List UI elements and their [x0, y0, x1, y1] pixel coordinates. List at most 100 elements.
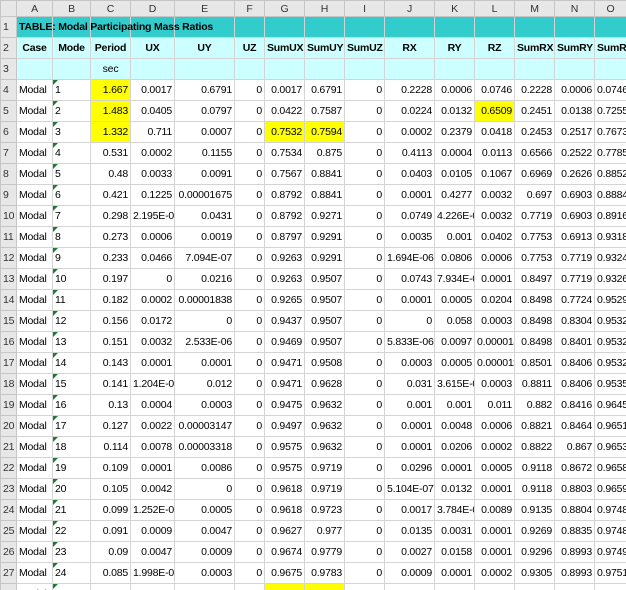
data-cell-sumry[interactable]: 0.8803 [554, 478, 595, 500]
data-cell-uz[interactable]: 0 [234, 79, 265, 101]
unit-cell[interactable] [174, 58, 235, 80]
data-cell-case[interactable]: Modal [16, 415, 53, 437]
data-cell-ux[interactable]: 0.0022 [130, 415, 175, 437]
data-cell-case[interactable]: Modal [16, 352, 53, 374]
row-header-23[interactable]: 23 [0, 478, 17, 500]
data-cell-sumux[interactable]: 0.8797 [264, 226, 305, 248]
data-cell-rx[interactable]: 0.0296 [384, 457, 435, 479]
row-header-26[interactable]: 26 [0, 541, 17, 563]
data-cell-period[interactable]: 0.421 [90, 184, 131, 206]
data-cell-sumuy[interactable]: 0.977 [304, 520, 345, 542]
data-cell-sumrx[interactable]: 0.697 [514, 184, 555, 206]
data-cell-uz[interactable]: 0 [234, 394, 265, 416]
unit-cell[interactable] [16, 58, 53, 80]
column-header-h[interactable]: H [304, 0, 345, 17]
data-cell-case[interactable]: Modal [16, 247, 53, 269]
data-cell-sumry[interactable]: 0.8804 [554, 499, 595, 521]
select-all-corner[interactable] [0, 0, 17, 17]
data-cell-ry[interactable]: 0.0006 [434, 79, 475, 101]
data-cell-mode[interactable]: 13 [52, 331, 91, 353]
data-cell-case[interactable]: Modal [16, 541, 53, 563]
data-cell-rx[interactable]: 0.0017 [384, 499, 435, 521]
data-cell-uy[interactable]: 0.00003318 [174, 436, 235, 458]
unit-cell[interactable] [594, 58, 626, 80]
column-header-k[interactable]: K [434, 0, 475, 17]
data-cell-uy[interactable]: 0.0019 [174, 226, 235, 248]
header-cell-period[interactable]: Period [90, 37, 131, 59]
data-cell-rx[interactable]: 0.0001 [384, 436, 435, 458]
data-cell-sumuz[interactable]: 0 [344, 142, 385, 164]
data-cell-uz[interactable]: 0 [234, 184, 265, 206]
data-cell-sumuy[interactable]: 0.9271 [304, 205, 345, 227]
column-header-a[interactable]: A [16, 0, 53, 17]
data-cell-sumry[interactable]: 0.7719 [554, 247, 595, 269]
row-header-20[interactable]: 20 [0, 415, 17, 437]
data-cell-sumry[interactable]: 0.0006 [554, 79, 595, 101]
data-cell-rz[interactable]: 0.0002 [474, 562, 515, 584]
row-header-2[interactable]: 2 [0, 37, 17, 59]
data-cell-sumry[interactable]: 0.2522 [554, 142, 595, 164]
data-cell-uz[interactable]: 0 [234, 226, 265, 248]
data-cell-ux[interactable]: 1.745E-05 [130, 583, 175, 590]
data-cell-sumuz[interactable]: 0 [344, 373, 385, 395]
data-cell-case[interactable]: Modal [16, 205, 53, 227]
data-cell-uz[interactable]: 0 [234, 100, 265, 122]
data-cell-uz[interactable]: 0 [234, 163, 265, 185]
data-cell-sumuz[interactable]: 0 [344, 520, 385, 542]
data-cell-ry[interactable]: 0.4277 [434, 184, 475, 206]
data-cell-period[interactable]: 0.127 [90, 415, 131, 437]
data-cell-period[interactable]: 1.667 [90, 79, 131, 101]
column-header-b[interactable]: B [52, 0, 91, 17]
data-cell-sumux[interactable]: 0.7532 [264, 121, 305, 143]
data-cell-ux[interactable]: 1.998E-05 [130, 562, 175, 584]
column-header-j[interactable]: J [384, 0, 435, 17]
data-cell-sumuy[interactable]: 0.9779 [304, 541, 345, 563]
row-header-15[interactable]: 15 [0, 310, 17, 332]
data-cell-sumrz[interactable]: 0.9532 [594, 331, 626, 353]
data-cell-ry[interactable]: 0.0001 [434, 562, 475, 584]
data-cell-sumuz[interactable]: 0 [344, 268, 385, 290]
data-cell-mode[interactable]: 10 [52, 268, 91, 290]
title-fill-cell[interactable] [304, 16, 345, 38]
data-cell-sumrz[interactable]: 0.9529 [594, 289, 626, 311]
data-cell-sumux[interactable]: 0.9437 [264, 310, 305, 332]
data-cell-ry[interactable]: 7.934E-07 [434, 268, 475, 290]
data-cell-period[interactable]: 0.09 [90, 541, 131, 563]
data-cell-rz[interactable]: 0.0113 [474, 142, 515, 164]
data-cell-rx[interactable]: 0.0035 [384, 226, 435, 248]
data-cell-rz[interactable]: 0.0000144 [474, 331, 515, 353]
data-cell-mode[interactable]: 15 [52, 373, 91, 395]
data-cell-sumrx[interactable]: 0.8501 [514, 352, 555, 374]
unit-cell[interactable] [130, 58, 175, 80]
data-cell-uy[interactable]: 7.094E-07 [174, 247, 235, 269]
data-cell-rz[interactable]: 0.0003 [474, 310, 515, 332]
data-cell-sumry[interactable]: 0.8464 [554, 415, 595, 437]
data-cell-ux[interactable]: 0.711 [130, 121, 175, 143]
row-header-3[interactable]: 3 [0, 58, 17, 80]
data-cell-mode[interactable]: 5 [52, 163, 91, 185]
data-cell-period[interactable]: 1.332 [90, 121, 131, 143]
data-cell-case[interactable]: Modal [16, 562, 53, 584]
data-cell-mode[interactable]: 22 [52, 520, 91, 542]
data-cell-sumrz[interactable]: 0.7673 [594, 121, 626, 143]
data-cell-sumry[interactable]: 0.2517 [554, 121, 595, 143]
data-cell-sumrx[interactable]: 0.7753 [514, 247, 555, 269]
data-cell-rz[interactable]: 0.0001 [474, 268, 515, 290]
data-cell-sumuy[interactable]: 0.9632 [304, 415, 345, 437]
data-cell-mode[interactable]: 16 [52, 394, 91, 416]
data-cell-ry[interactable]: 0.0005 [434, 289, 475, 311]
data-cell-uz[interactable]: 0 [234, 415, 265, 437]
data-cell-period[interactable]: 0.182 [90, 289, 131, 311]
column-header-n[interactable]: N [554, 0, 595, 17]
data-cell-sumuz[interactable]: 0 [344, 310, 385, 332]
column-header-e[interactable]: E [174, 0, 235, 17]
data-cell-ry[interactable]: 0.0005 [434, 352, 475, 374]
data-cell-sumry[interactable]: 0.8993 [554, 583, 595, 590]
data-cell-mode[interactable]: 7 [52, 205, 91, 227]
data-cell-mode[interactable]: 25 [52, 583, 91, 590]
data-cell-rz[interactable]: 0.011 [474, 394, 515, 416]
unit-cell[interactable] [304, 58, 345, 80]
data-cell-sumuz[interactable]: 0 [344, 436, 385, 458]
data-cell-period[interactable]: 0.273 [90, 226, 131, 248]
data-cell-period[interactable]: 0.085 [90, 562, 131, 584]
